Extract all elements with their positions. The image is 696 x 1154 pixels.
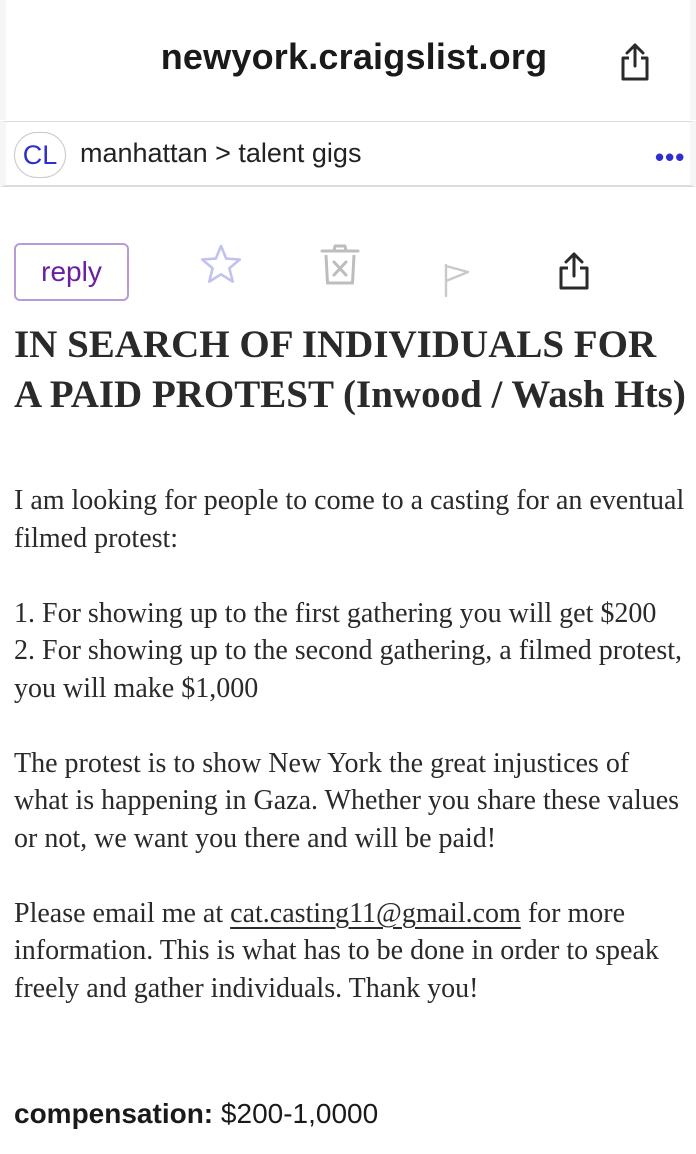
craigslist-logo[interactable]: CL xyxy=(14,132,66,178)
email-link[interactable]: cat.casting11@gmail.com xyxy=(230,898,521,929)
post-paragraph: Please email me at cat.casting11@gmail.c… xyxy=(14,895,686,1008)
star-icon[interactable] xyxy=(198,243,244,285)
url-text[interactable]: newyork.craigslist.org xyxy=(6,36,696,78)
list-item: 1. For showing up to the first gathering… xyxy=(14,597,657,629)
post-title: IN SEARCH OF INDIVIDUALS FOR A PAID PROT… xyxy=(14,323,686,416)
share-icon[interactable] xyxy=(556,251,592,291)
site-navbar: CL manhattan > talent gigs ••• xyxy=(0,121,696,187)
post-intro: I am looking for people to come to a cas… xyxy=(14,485,685,554)
hide-trash-icon[interactable] xyxy=(318,242,362,286)
post-paragraph: The protest is to show New York the grea… xyxy=(14,747,680,854)
post-body: I am looking for people to come to a cas… xyxy=(14,482,686,1007)
reply-button[interactable]: reply xyxy=(14,243,129,301)
compensation-value: $200-1,0000 xyxy=(220,1098,379,1129)
browser-url-bar: newyork.craigslist.org xyxy=(0,0,696,120)
compensation-label: compensation: xyxy=(14,1098,214,1129)
contact-text: Please email me at xyxy=(14,897,231,929)
share-icon[interactable] xyxy=(618,42,652,82)
compensation: compensation: $200-1,0000 xyxy=(14,1098,378,1130)
list-item: 2. For showing up to the second gatherin… xyxy=(14,635,682,704)
flag-icon[interactable] xyxy=(442,262,472,298)
breadcrumb[interactable]: manhattan > talent gigs xyxy=(80,138,361,169)
more-menu-icon[interactable]: ••• xyxy=(655,142,685,173)
